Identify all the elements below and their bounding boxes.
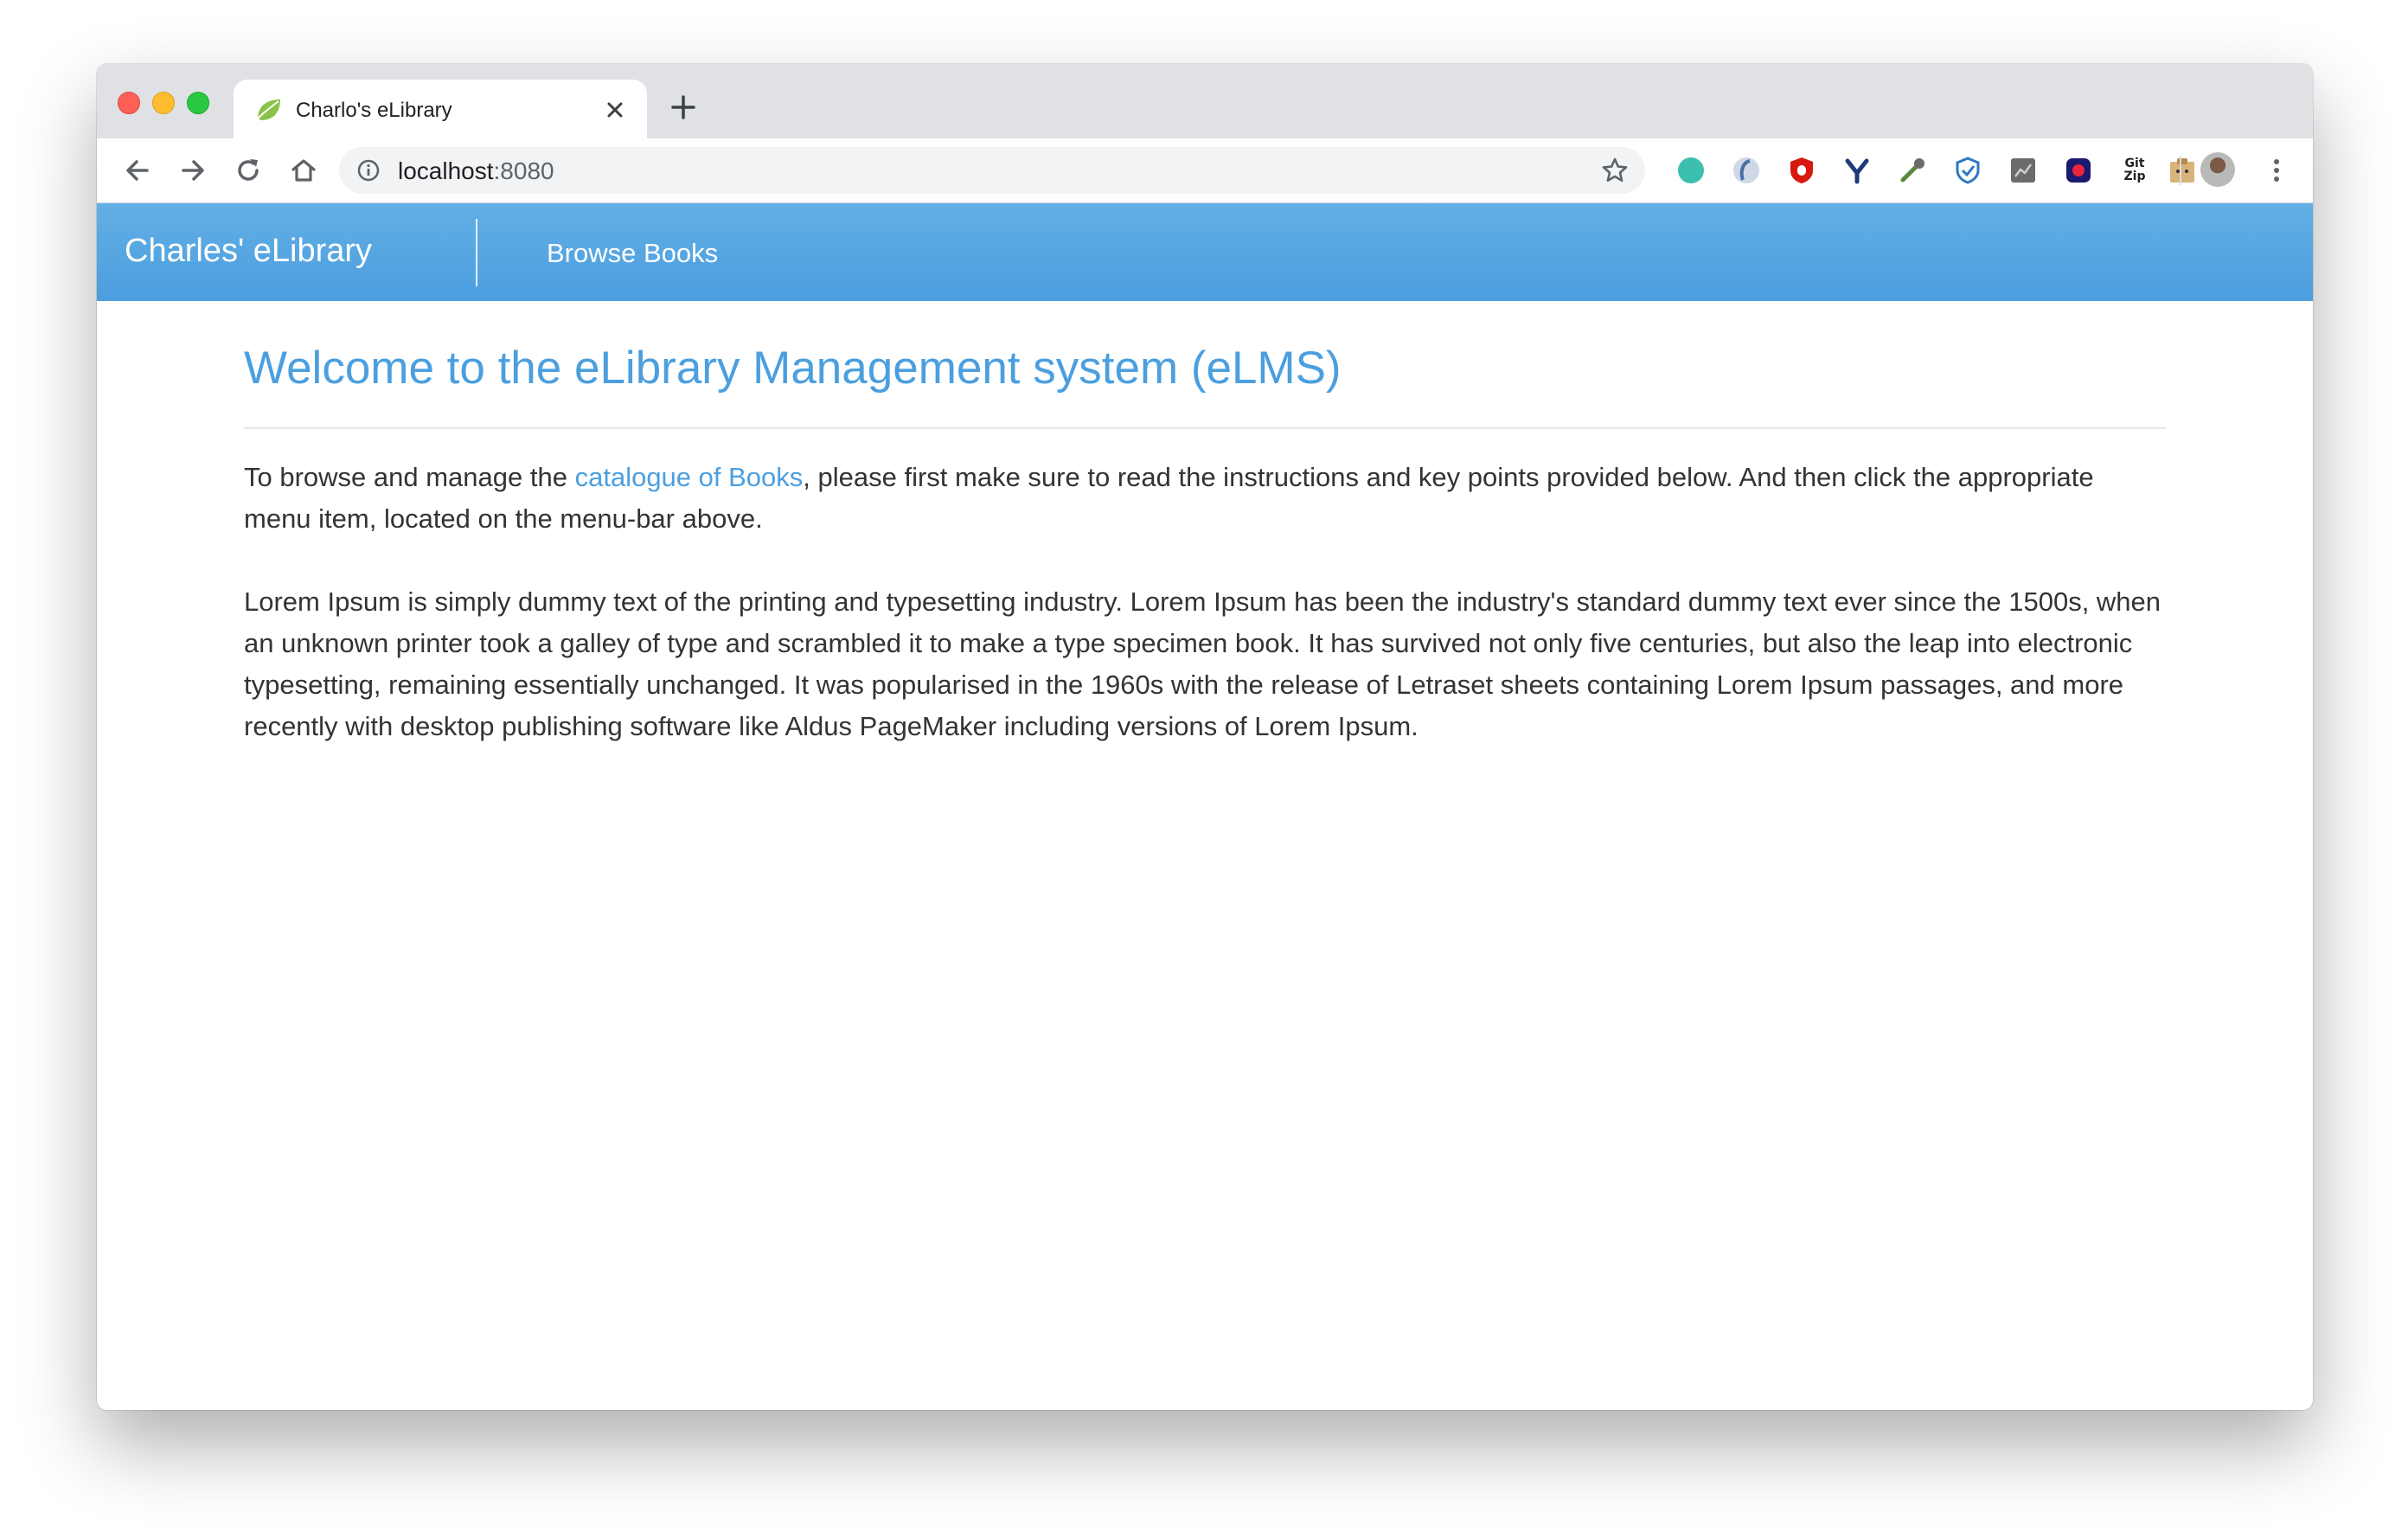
zoom-window-button[interactable] <box>187 92 209 114</box>
catalogue-link[interactable]: catalogue of Books <box>575 462 804 492</box>
app-navbar: Charles' eLibrary Browse Books <box>97 203 2313 301</box>
ublock-shield-extension-icon[interactable] <box>1787 156 1816 185</box>
page-viewport: Charles' eLibrary Browse Books Welcome t… <box>97 203 2313 1410</box>
browser-window: Charlo's eLibrary localhost:8080 Git Zip… <box>97 64 2313 1410</box>
page-title: Welcome to the eLibrary Management syste… <box>244 343 1342 394</box>
bookmark-star-icon[interactable] <box>1600 156 1630 185</box>
url-text[interactable]: localhost:8080 <box>398 157 554 185</box>
teal-circle-extension-icon[interactable] <box>1676 156 1706 185</box>
close-window-button[interactable] <box>118 92 140 114</box>
address-bar[interactable]: localhost:8080 <box>339 147 1645 194</box>
close-tab-icon[interactable] <box>600 95 630 125</box>
forward-arrow-icon[interactable] <box>176 154 209 187</box>
tan-box-extension-icon[interactable] <box>2168 156 2197 185</box>
toolbar-separator <box>2180 156 2181 185</box>
back-arrow-icon[interactable] <box>121 154 154 187</box>
tab-active[interactable]: Charlo's eLibrary <box>234 80 647 138</box>
tab-strip: Charlo's eLibrary <box>97 64 2313 138</box>
shield-check-extension-icon[interactable] <box>1953 156 1982 185</box>
dropper-extension-icon[interactable] <box>1898 156 1927 185</box>
nav-link-browse-books[interactable]: Browse Books <box>547 238 718 269</box>
home-icon[interactable] <box>287 154 320 187</box>
intro-text-before: To browse and manage the <box>244 462 575 492</box>
info-icon[interactable] <box>356 158 381 183</box>
y-extension-icon[interactable] <box>1842 156 1872 185</box>
profile-avatar[interactable] <box>2200 152 2235 187</box>
url-host: localhost <box>398 157 494 184</box>
minimize-window-button[interactable] <box>152 92 175 114</box>
intro-paragraph: To browse and manage the catalogue of Bo… <box>244 457 2166 540</box>
browser-toolbar: localhost:8080 Git Zip <box>97 138 2313 203</box>
main-content: Welcome to the eLibrary Management syste… <box>244 337 2166 747</box>
navbar-brand[interactable]: Charles' eLibrary <box>125 233 372 270</box>
gitzip-extension-icon[interactable]: Git Zip <box>2117 156 2152 187</box>
chart-extension-icon[interactable] <box>2008 156 2038 185</box>
url-port: :8080 <box>493 157 554 184</box>
browser-menu-icon[interactable] <box>2266 156 2287 185</box>
reload-icon[interactable] <box>232 154 265 187</box>
tab-title: Charlo's eLibrary <box>296 99 452 122</box>
dark-square-extension-icon[interactable] <box>2064 156 2093 185</box>
blue-swirl-extension-icon[interactable] <box>1732 156 1761 185</box>
new-tab-icon[interactable] <box>668 92 699 123</box>
navbar-divider <box>476 219 477 286</box>
title-divider <box>244 427 2166 429</box>
lorem-paragraph: Lorem Ipsum is simply dummy text of the … <box>244 586 2161 741</box>
spring-leaf-icon <box>257 99 280 120</box>
